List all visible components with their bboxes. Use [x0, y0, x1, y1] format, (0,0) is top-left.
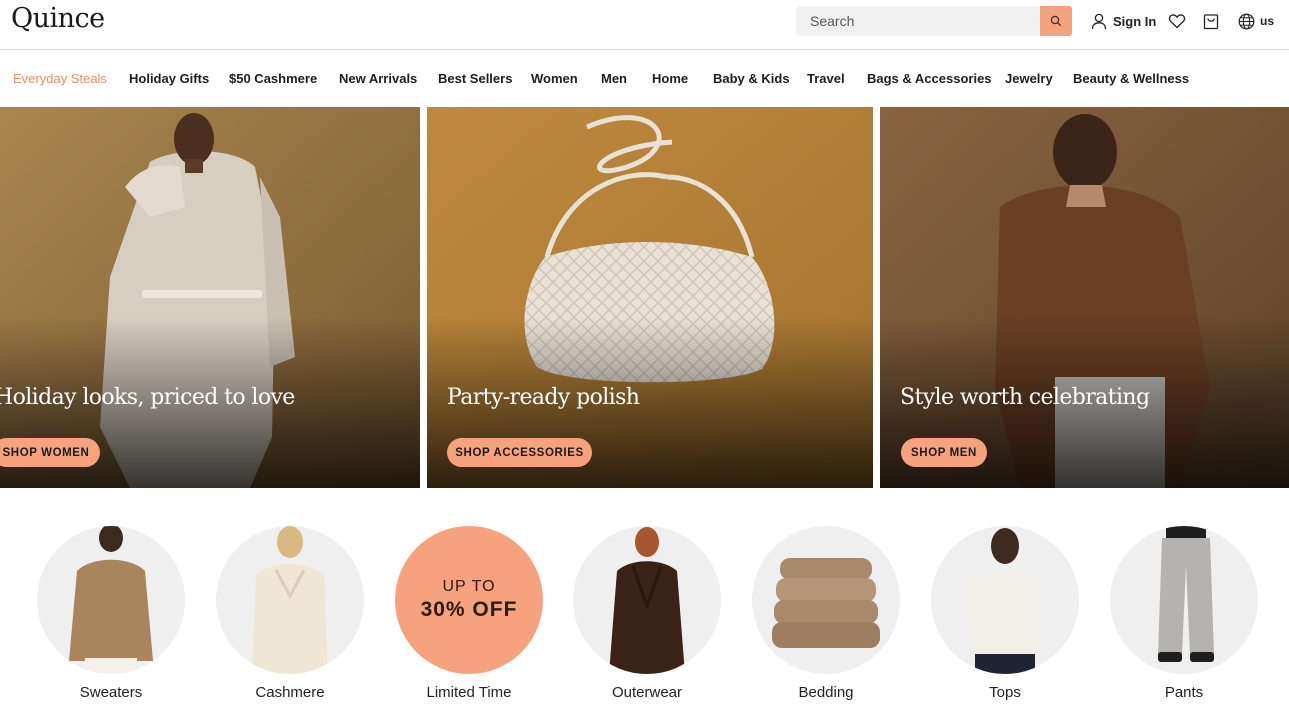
nav-item-baby-kids[interactable]: Baby & Kids	[713, 71, 790, 86]
quince-logo[interactable]: Quince	[11, 3, 105, 34]
nav-item-travel[interactable]: Travel	[807, 71, 845, 86]
heart-icon	[1168, 14, 1186, 29]
promo-up-to: UP TO	[442, 578, 496, 595]
shop-accessories-button[interactable]: SHOP ACCESSORIES	[447, 438, 592, 467]
hero-image-women	[0, 107, 420, 488]
globe-icon	[1238, 13, 1255, 29]
hero-title-women: Holiday looks, priced to love	[0, 385, 295, 410]
region-label: us	[1260, 14, 1275, 28]
nav-item-best-sellers[interactable]: Best Sellers	[438, 71, 512, 86]
nav-item-new-arrivals[interactable]: New Arrivals	[339, 71, 417, 86]
cart-button[interactable]	[1203, 10, 1219, 32]
category-sweaters[interactable]: Sweaters	[36, 526, 186, 701]
hero-banner-accessories[interactable]: Party-ready polish SHOP ACCESSORIES	[427, 107, 873, 488]
pants-image	[1110, 526, 1258, 674]
category-label: Pants	[1164, 684, 1204, 701]
category-label: Limited Time	[426, 684, 512, 701]
wishlist-button[interactable]	[1168, 10, 1186, 32]
nav-item-jewelry[interactable]: Jewelry	[1005, 71, 1053, 86]
outerwear-image	[573, 526, 721, 674]
category-outerwear[interactable]: Outerwear	[572, 526, 722, 701]
sign-in-label: Sign In	[1113, 13, 1157, 29]
category-nav: Everyday Steals Holiday Gifts $50 Cashme…	[0, 51, 1289, 106]
limited-time-promo-badge: UP TO 30% OFF	[395, 526, 543, 674]
user-icon	[1091, 13, 1107, 29]
nav-item-bags-accessories[interactable]: Bags & Accessories	[867, 71, 992, 86]
shop-men-button[interactable]: SHOP MEN	[901, 438, 987, 467]
search-input[interactable]	[796, 6, 1040, 36]
nav-item-50-cashmere[interactable]: $50 Cashmere	[229, 71, 317, 86]
nav-item-men[interactable]: Men	[601, 71, 627, 86]
category-pants[interactable]: Pants	[1109, 526, 1259, 701]
category-bedding[interactable]: Bedding	[751, 526, 901, 701]
search-icon	[1050, 15, 1062, 27]
hero-image-men	[880, 107, 1289, 488]
search-button[interactable]	[1040, 6, 1072, 36]
nav-item-women[interactable]: Women	[531, 71, 578, 86]
hero-image-accessories	[427, 107, 873, 488]
bag-icon	[1203, 13, 1219, 29]
site-header: Quince Sign In	[0, 0, 1289, 50]
category-label: Bedding	[798, 684, 854, 701]
nav-item-beauty-wellness[interactable]: Beauty & Wellness	[1073, 71, 1189, 86]
category-cashmere[interactable]: Cashmere	[215, 526, 365, 701]
sweaters-image	[37, 526, 185, 674]
sign-in-link[interactable]: Sign In	[1091, 10, 1156, 32]
category-limited-time[interactable]: UP TO 30% OFF Limited Time	[394, 526, 544, 701]
hero-title-accessories: Party-ready polish	[447, 385, 640, 410]
region-selector[interactable]: us	[1238, 10, 1274, 32]
category-label: Outerwear	[611, 684, 683, 701]
nav-item-home[interactable]: Home	[652, 71, 688, 86]
nav-item-holiday-gifts[interactable]: Holiday Gifts	[129, 71, 209, 86]
promo-discount: 30% OFF	[420, 598, 518, 621]
hero-title-men: Style worth celebrating	[900, 385, 1150, 410]
shop-women-button[interactable]: SHOP WOMEN	[0, 438, 100, 467]
tops-image	[931, 526, 1079, 674]
nav-item-everyday-steals[interactable]: Everyday Steals	[13, 71, 107, 86]
cashmere-image	[216, 526, 364, 674]
search-bar	[796, 6, 1072, 36]
category-label: Cashmere	[255, 684, 325, 701]
hero-banner-women[interactable]: Holiday looks, priced to love SHOP WOMEN	[0, 107, 420, 488]
hero-banner-men[interactable]: Style worth celebrating SHOP MEN	[880, 107, 1289, 488]
category-tops[interactable]: Tops	[930, 526, 1080, 701]
category-label: Sweaters	[79, 684, 143, 701]
category-label: Tops	[989, 684, 1021, 701]
bedding-image	[752, 526, 900, 674]
